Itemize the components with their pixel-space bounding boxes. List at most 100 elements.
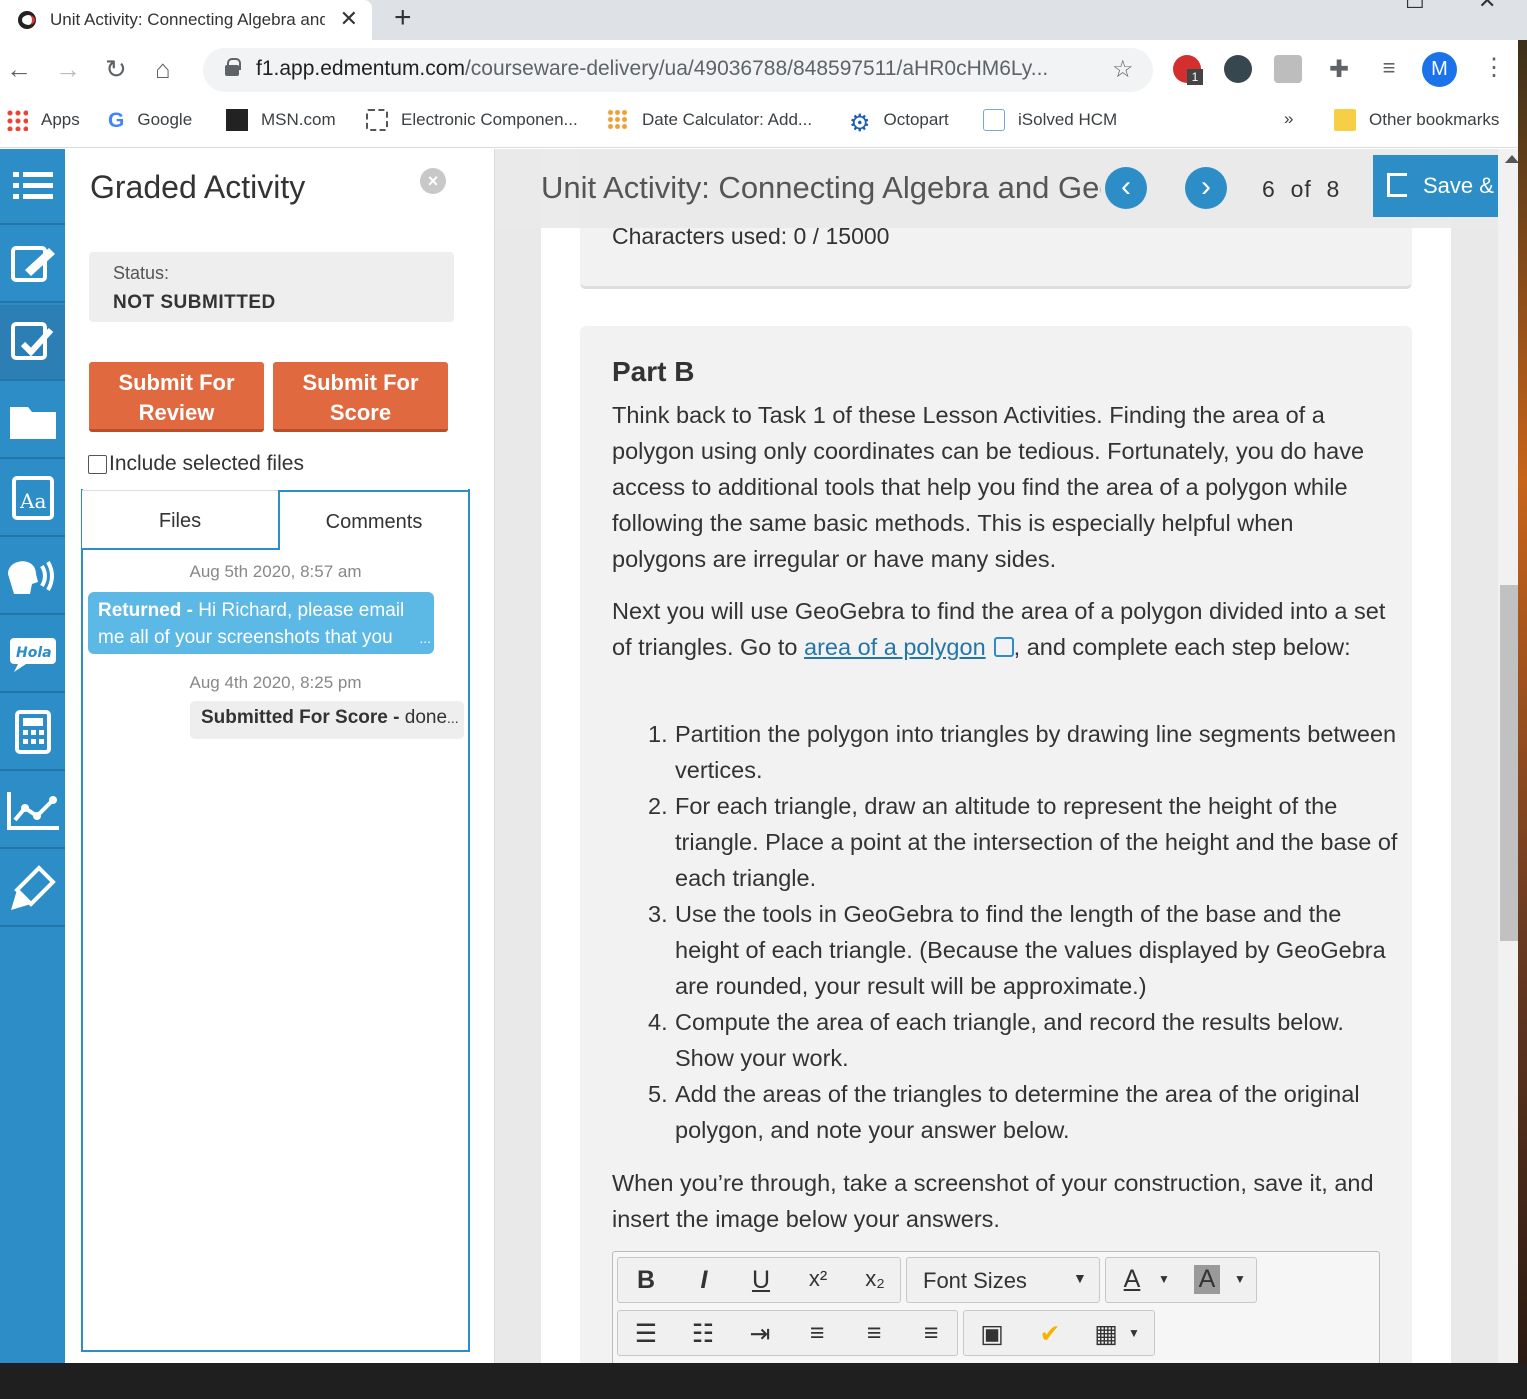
bullet-list-icon[interactable]: ☰ [626,1319,666,1349]
bold-button[interactable]: B [626,1266,666,1295]
home-icon[interactable]: ⌂ [155,54,171,85]
next-page-button[interactable]: › [1185,167,1227,209]
bookmark-electronic-components[interactable]: Electronic Componen... [366,109,578,131]
window-close-icon[interactable]: ✕ [1478,0,1496,14]
rail-graded-activity[interactable] [0,305,65,381]
rail-highlighter[interactable] [0,851,65,927]
insert-image-icon[interactable]: ▣ [972,1319,1012,1349]
font-color-button[interactable]: A [1112,1265,1152,1294]
submit-for-review-button[interactable]: Submit For Review [89,362,264,432]
rail-edit[interactable] [0,227,65,303]
dots-icon [607,109,629,131]
forward-arrow-icon[interactable]: → [55,54,81,85]
area-of-polygon-link[interactable]: area of a polygon [804,634,986,660]
bookmark-star-icon[interactable]: ☆ [1112,55,1134,84]
page-indicator: 6 of 8 [1262,176,1340,203]
close-panel-icon[interactable]: × [420,168,446,194]
lock-icon [225,58,241,76]
comment-more-ellipsis[interactable]: ... [419,625,431,652]
list-menu-icon [12,172,53,199]
reload-icon[interactable]: ↻ [105,54,127,85]
bookmark-isolved[interactable]: iSolved HCM [983,109,1117,131]
table-icon[interactable]: ▦ [1086,1319,1126,1349]
superscript-button[interactable]: x² [798,1266,838,1292]
info-icon [983,109,1005,131]
comment-date: Aug 5th 2020, 8:57 am [189,562,362,581]
close-tab-icon[interactable]: ✕ [340,6,358,32]
comment-submitted[interactable]: Submitted For Score - done... [190,701,464,739]
browser-tab[interactable]: Unit Activity: Connecting Algebra and Ge… [0,0,372,40]
save-and-exit-button[interactable]: Save & [1373,155,1498,217]
include-files-checkbox[interactable] [88,454,107,474]
bookmark-octopart[interactable]: ⚙ Octopart [849,109,949,137]
folder-icon [9,407,56,439]
rail-files[interactable] [0,383,65,459]
align-center-icon[interactable]: ≡ [854,1319,894,1348]
page-current: 6 [1262,176,1276,202]
other-bookmarks[interactable]: Other bookmarks [1334,109,1499,131]
tab-files[interactable]: Files [82,490,278,550]
comment-returned[interactable]: Returned - Hi Richard, please email me a… [88,592,434,654]
tab-strip: Unit Activity: Connecting Algebra and Ge… [0,0,1527,40]
rail-audio[interactable] [0,539,65,615]
adblock-badge: 1 [1187,69,1203,85]
new-tab-button[interactable]: + [394,1,412,35]
submit-score-line1: Submit For [302,370,419,395]
reading-list-icon[interactable]: ≡ [1375,55,1403,83]
profile-avatar[interactable]: M [1422,52,1457,87]
back-arrow-icon[interactable]: ← [6,54,32,85]
color-group: A ▼ A ▼ [1105,1257,1257,1303]
menu-kebab-icon[interactable]: ⋮ [1482,53,1506,82]
maximize-icon[interactable]: ☐ [1405,0,1425,14]
align-right-icon[interactable]: ≡ [911,1319,951,1348]
extension-h-icon[interactable] [1274,55,1302,83]
insert-group: ▣ ✔ ▦ ▼ [963,1310,1155,1356]
status-label: Status: [113,263,170,283]
numbered-list-icon[interactable]: ☷ [683,1319,723,1349]
rail-calculator[interactable] [0,695,65,771]
rail-translate[interactable]: Hola [0,617,65,693]
bookmark-msn[interactable]: MSN.com [226,109,336,131]
bookmark-google[interactable]: G Google [108,109,192,132]
previous-page-button[interactable]: ‹ [1105,167,1147,209]
italic-button[interactable]: I [684,1266,724,1295]
equation-check-icon[interactable]: ✔ [1030,1319,1070,1349]
edmentum-favicon-icon [18,11,36,29]
include-files-option[interactable]: Include selected files [88,452,304,476]
extension-e-icon[interactable] [1224,55,1252,83]
url-text[interactable]: f1.app.edmentum.com/courseware-delivery/… [256,57,1048,81]
highlighter-icon [10,865,56,910]
background-color-button[interactable]: A [1194,1265,1220,1294]
submit-for-score-button[interactable]: Submit For Score [273,362,448,432]
paragraph-group: ☰ ☷ ⇥ ≡ ≡ ≡ [617,1310,958,1356]
bookmarks-overflow[interactable]: » [1284,109,1293,129]
underline-button[interactable]: U [741,1266,781,1295]
chevron-down-icon[interactable]: ▼ [1158,1272,1170,1286]
adblock-icon[interactable]: 1 [1173,55,1203,85]
font-sizes-dropdown[interactable]: Font Sizes ▼ [906,1257,1100,1303]
rich-text-editor: B I U x² x₂ Font Sizes ▼ A ▼ A ▼ ☰ ☷ ⇥ ≡… [612,1251,1380,1363]
comment-more-ellipsis[interactable]: ... [447,710,459,726]
status-box: Status: NOT SUBMITTED [89,252,454,322]
tab-comments[interactable]: Comments [278,490,470,550]
rail-graph[interactable] [0,773,65,849]
rail-menu[interactable] [0,149,65,225]
submit-review-line2: Review [138,400,215,425]
folder-icon [1334,109,1356,131]
puzzle-extensions-icon[interactable]: ✚ [1325,55,1353,83]
include-files-label: Include selected files [109,452,304,475]
align-left-icon[interactable]: ≡ [797,1319,837,1348]
exit-door-icon [1387,173,1407,197]
bookmark-date-calculator[interactable]: Date Calculator: Add... [607,109,812,131]
rail-glossary[interactable]: Aa [0,461,65,537]
speaker-head-icon [7,561,54,594]
indent-icon[interactable]: ⇥ [740,1319,780,1349]
svg-text:Hola: Hola [16,645,52,661]
bookmark-apps[interactable]: Apps [6,109,80,131]
subscript-button[interactable]: x₂ [855,1266,895,1292]
external-link-icon[interactable] [993,637,1014,657]
chevron-down-icon[interactable]: ▼ [1128,1326,1140,1340]
scroll-up-arrow-icon[interactable] [1505,155,1519,163]
chevron-down-icon[interactable]: ▼ [1234,1272,1246,1286]
page-of: of [1290,176,1312,202]
